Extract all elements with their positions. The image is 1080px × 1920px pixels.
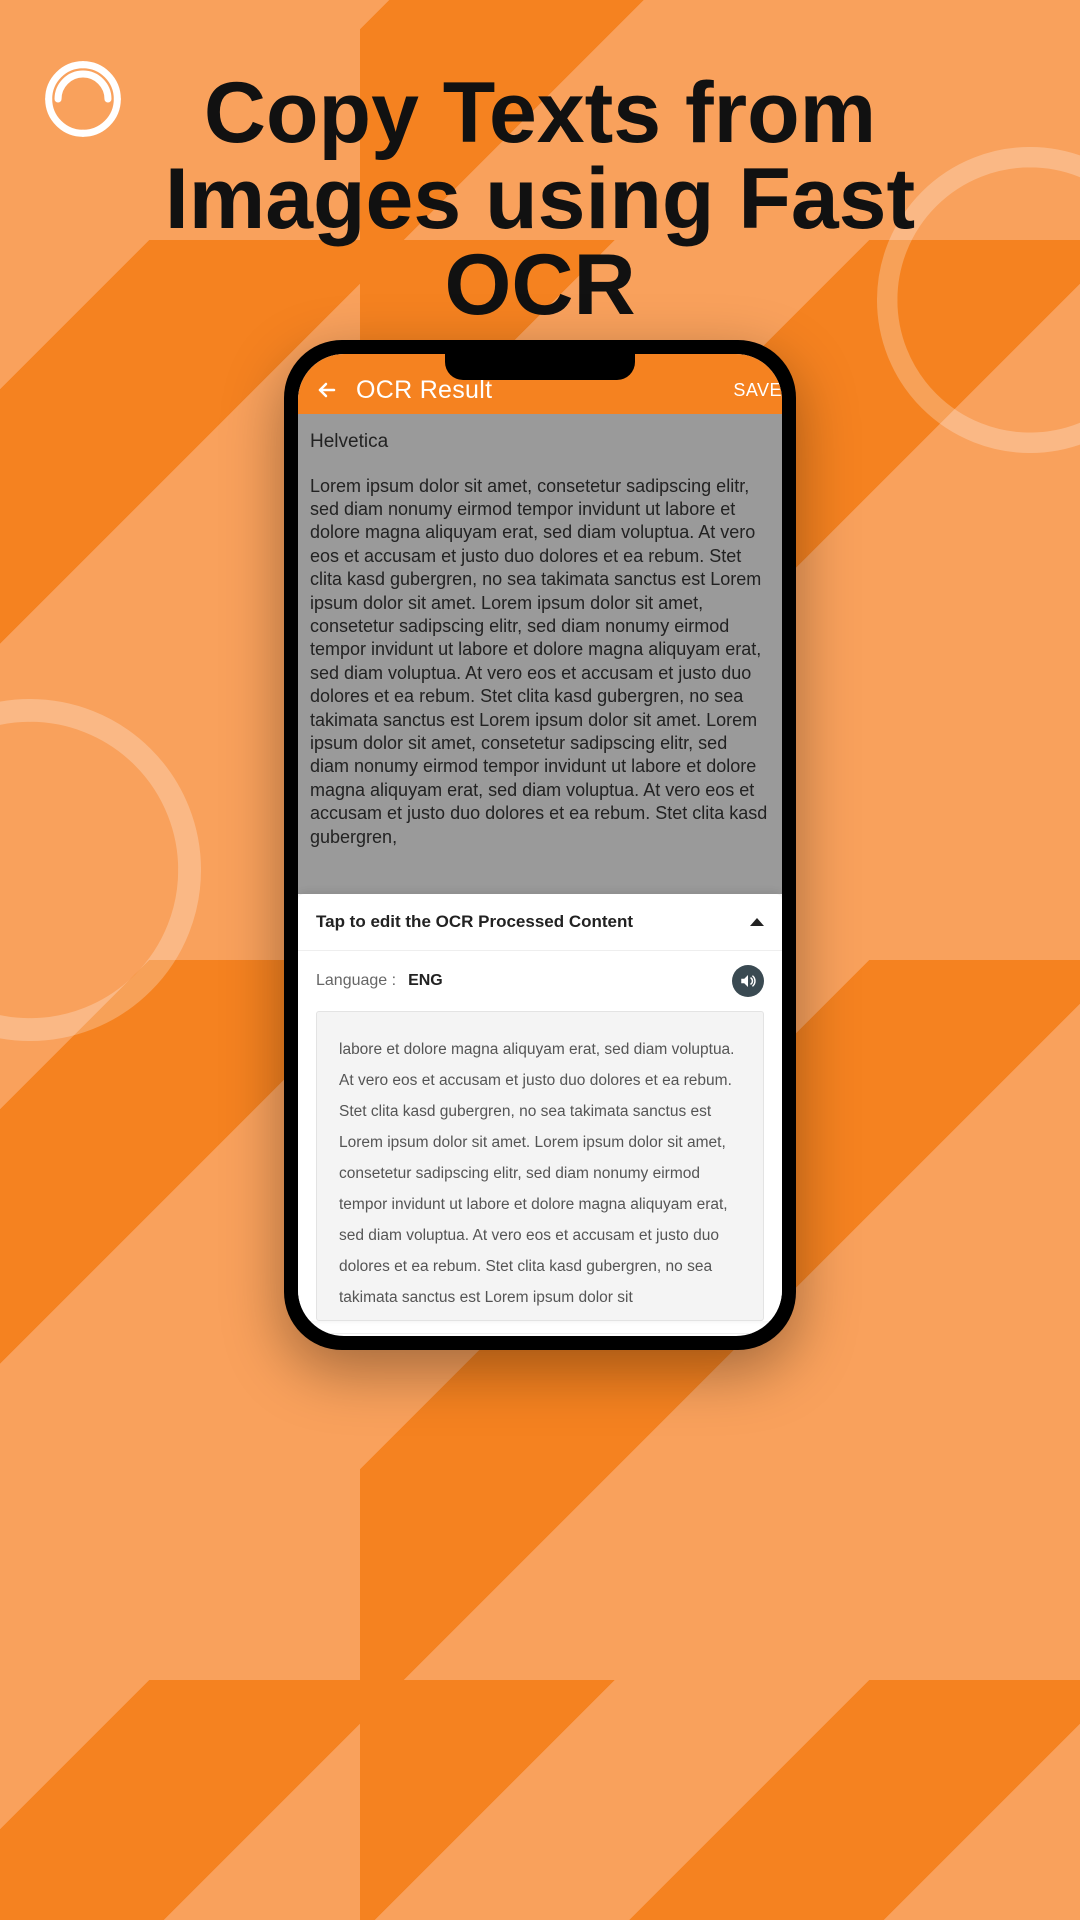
language-label: Language : [316, 972, 396, 990]
phone-notch [445, 354, 635, 380]
save-button[interactable]: SAVE [733, 380, 782, 401]
ocr-preview-area: Helvetica Lorem ipsum dolor sit amet, co… [298, 414, 782, 894]
edit-sheet: Tap to edit the OCR Processed Content La… [298, 894, 782, 1321]
speaker-icon [739, 972, 757, 990]
sheet-header[interactable]: Tap to edit the OCR Processed Content [298, 894, 782, 951]
ocr-body-text: Lorem ipsum dolor sit amet, consetetur s… [310, 475, 770, 849]
decorative-swirl-icon [0, 680, 220, 1060]
language-value[interactable]: ENG [408, 972, 443, 990]
audio-button[interactable] [732, 965, 764, 997]
edit-text-area[interactable]: labore et dolore magna aliquyam erat, se… [316, 1011, 764, 1321]
phone-screen: OCR Result SAVE Helvetica Lorem ipsum do… [298, 354, 782, 1336]
back-button[interactable] [312, 375, 342, 405]
language-row: Language : ENG [298, 951, 782, 1011]
chevron-up-icon [750, 918, 764, 926]
bottom-nav: OCR [298, 1333, 782, 1336]
back-arrow-icon [315, 378, 339, 402]
sheet-header-label: Tap to edit the OCR Processed Content [316, 912, 633, 932]
promo-headline: Copy Texts from Images using Fast OCR [0, 70, 1080, 328]
phone-frame: OCR Result SAVE Helvetica Lorem ipsum do… [284, 340, 796, 1350]
ocr-font-name: Helvetica [310, 430, 770, 455]
